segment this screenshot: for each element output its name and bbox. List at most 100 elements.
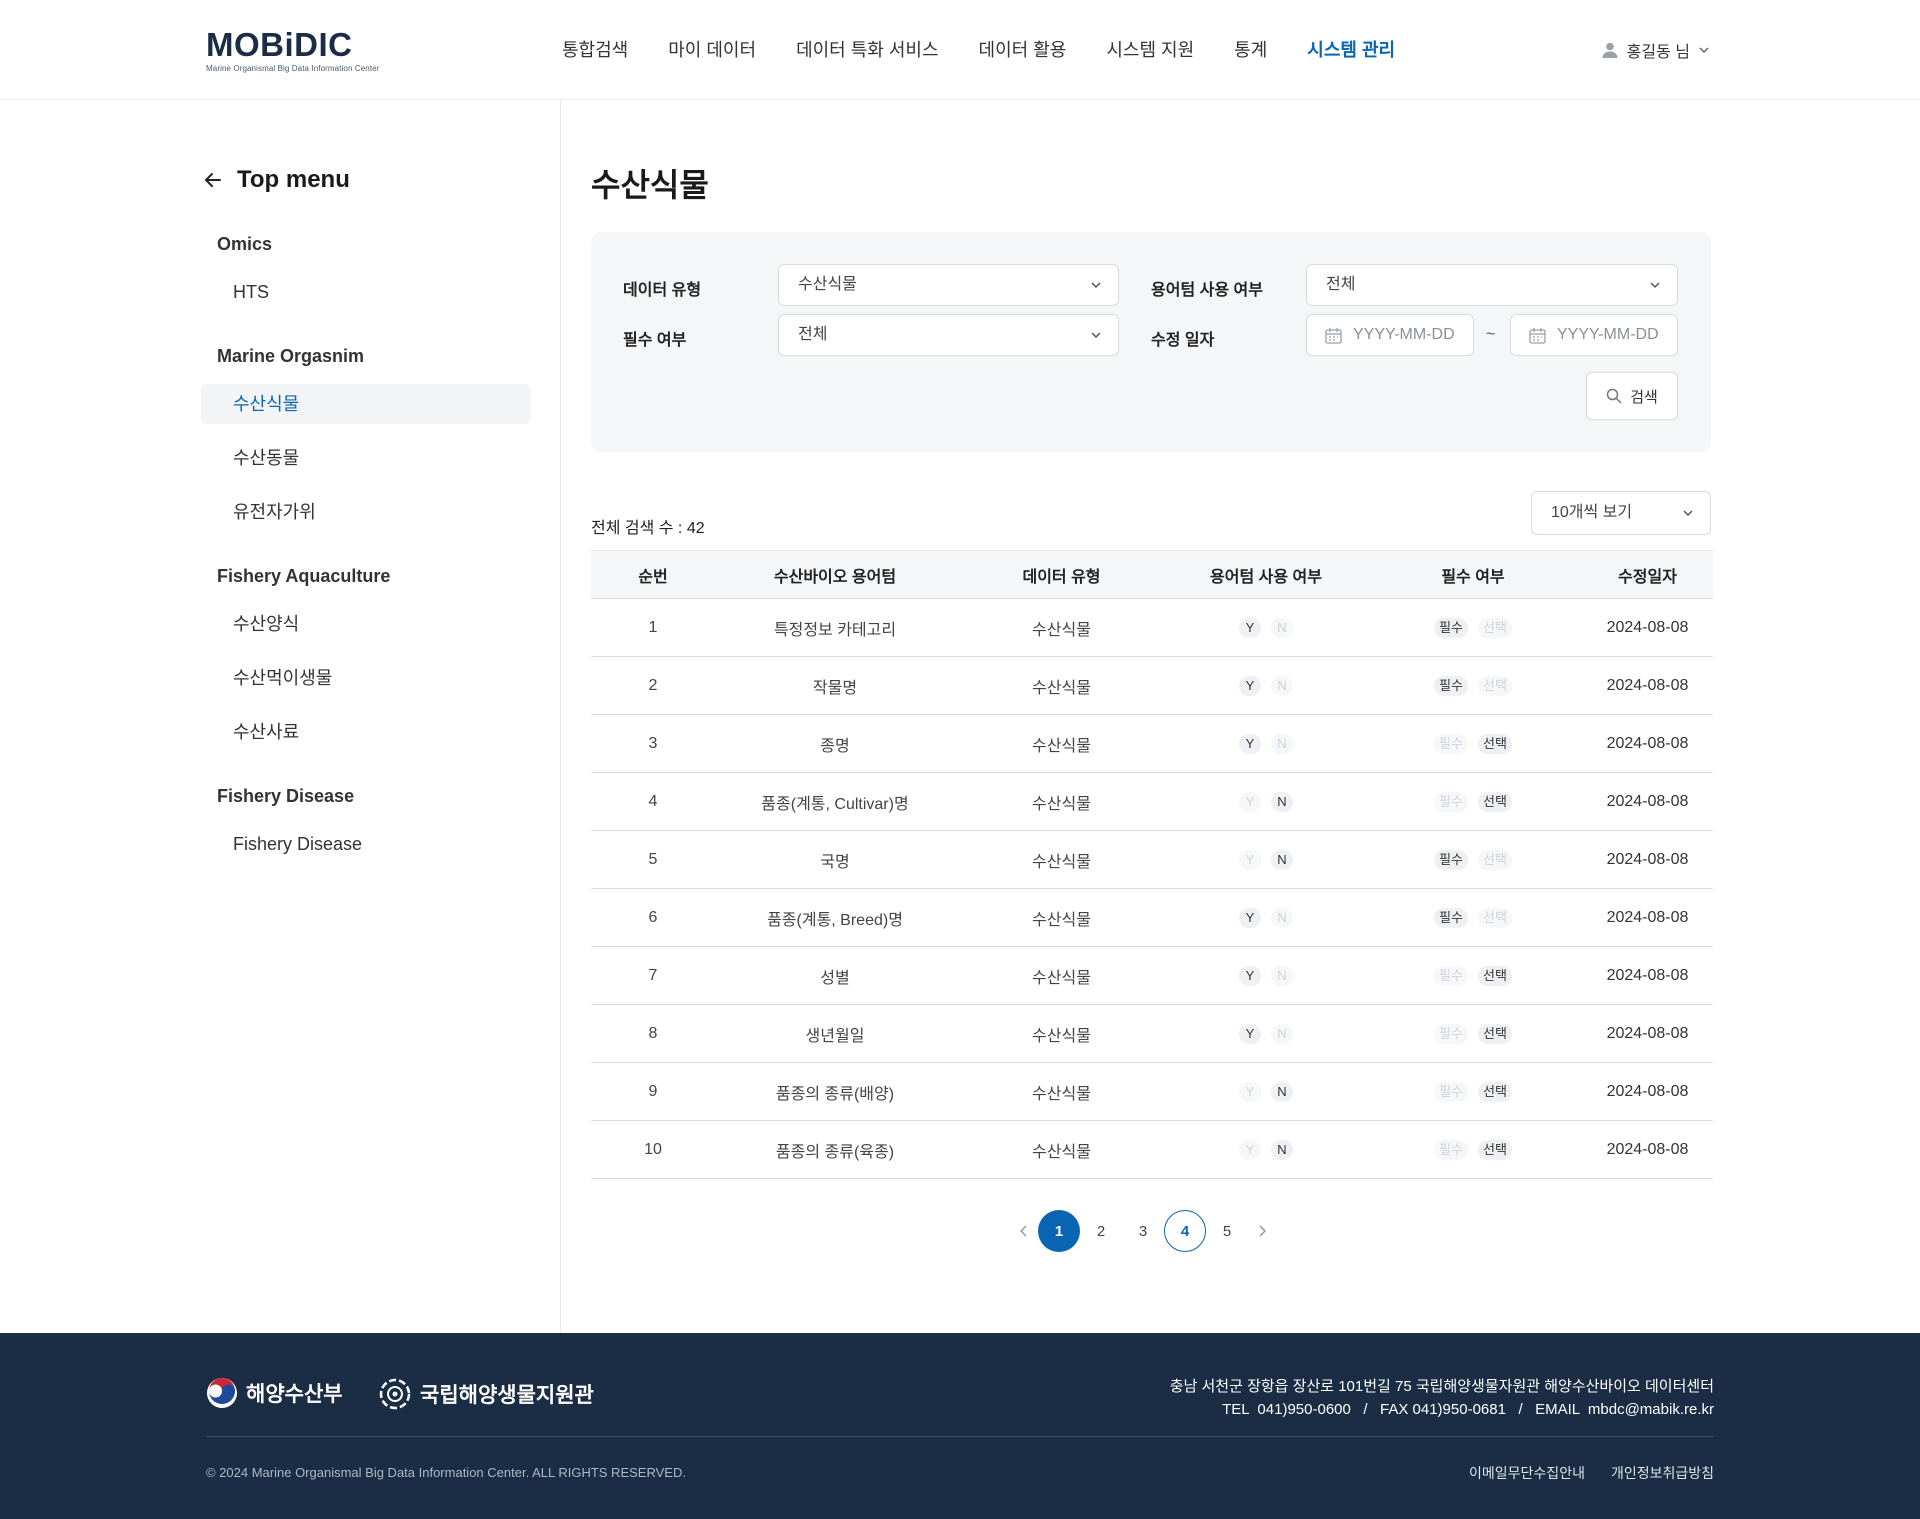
ministry-logo[interactable]: 해양수산부	[206, 1377, 343, 1409]
nav-item-5[interactable]: 통계	[1234, 38, 1267, 62]
page-button[interactable]: 4	[1164, 1210, 1206, 1252]
table-row[interactable]: 2 작물명 수산식물 Y N 필수 선택 2024-08-08	[591, 656, 1713, 715]
cell-no: 1	[591, 598, 715, 657]
nav-item-4[interactable]: 시스템 지원	[1106, 38, 1194, 62]
prev-page-button[interactable]	[1010, 1210, 1038, 1252]
table-row[interactable]: 1 특정정보 카테고리 수산식물 Y N 필수 선택 2024-08-08	[591, 598, 1713, 657]
back-to-top-menu[interactable]: Top menu	[203, 166, 350, 194]
table-row[interactable]: 10 품종의 종류(육종) 수산식물 Y N 필수 선택 2024-08-08	[591, 1120, 1713, 1179]
email-policy-link[interactable]: 이메일무단수집안내	[1469, 1463, 1585, 1483]
cell-term-use: YN	[1168, 772, 1364, 831]
logo-subtitle: Marine Organismal Big Data Information C…	[206, 64, 380, 73]
side-menu-item[interactable]: Fishery Disease	[201, 824, 531, 864]
cell-term: 작물명	[715, 656, 955, 715]
use-yes-chip: Y	[1239, 1139, 1261, 1160]
taegeuk-emblem-icon	[207, 1378, 237, 1408]
use-no-chip: N	[1271, 617, 1293, 638]
cell-term-use: YN	[1168, 830, 1364, 889]
side-menu-item[interactable]: 수산식물	[201, 384, 531, 424]
date-from-input[interactable]: YYYY-MM-DD	[1306, 314, 1474, 356]
nav-item-1[interactable]: 마이 데이터	[668, 38, 756, 62]
nav-item-2[interactable]: 데이터 특화 서비스	[796, 38, 938, 62]
nav-item-3[interactable]: 데이터 활용	[979, 38, 1067, 62]
term-table: 순번 수산바이오 용어텀 데이터 유형 용어텀 사용 여부 필수 여부 수정일자…	[591, 550, 1713, 1179]
side-menu-item[interactable]: 유전자가위	[201, 492, 531, 532]
cell-term-use: YN	[1168, 598, 1364, 657]
chevron-down-icon	[1683, 510, 1693, 517]
ministry-name: 해양수산부	[246, 1383, 343, 1406]
side-menu-item[interactable]: HTS	[201, 272, 531, 312]
required-chip: 필수	[1434, 907, 1468, 928]
table-row[interactable]: 9 품종의 종류(배양) 수산식물 Y N 필수 선택 2024-08-08	[591, 1062, 1713, 1121]
calendar-icon	[1325, 328, 1342, 344]
per-page-value: 10개씩 보기	[1551, 504, 1633, 521]
date-from-placeholder: YYYY-MM-DD	[1353, 326, 1455, 343]
table-row[interactable]: 3 종명 수산식물 Y N 필수 선택 2024-08-08	[591, 714, 1713, 773]
use-no-chip: N	[1271, 1081, 1293, 1102]
page-button[interactable]: 1	[1038, 1210, 1080, 1252]
table-row[interactable]: 6 품종(계통, Breed)명 수산식물 Y N 필수 선택 2024-08-08	[591, 888, 1713, 947]
search-button[interactable]: 검색	[1586, 372, 1678, 420]
chevron-down-icon	[1699, 47, 1709, 54]
chevron-down-icon	[1650, 282, 1660, 289]
per-page-select[interactable]: 10개씩 보기	[1531, 491, 1711, 535]
required-select[interactable]: 전체	[778, 314, 1119, 356]
side-group-label: Fishery Aquaculture	[217, 566, 391, 586]
cell-term: 성별	[715, 946, 955, 1005]
page-button[interactable]: 2	[1080, 1210, 1122, 1252]
use-no-chip: N	[1271, 791, 1293, 812]
date-to-input[interactable]: YYYY-MM-DD	[1510, 314, 1678, 356]
user-menu[interactable]: 홍길동 님	[1601, 38, 1710, 62]
term-use-select[interactable]: 전체	[1306, 264, 1678, 306]
required-chip: 필수	[1434, 733, 1468, 754]
site-header: MOBiDIC Marine Organismal Big Data Infor…	[0, 0, 1920, 100]
required-chip: 필수	[1434, 965, 1468, 986]
cell-term: 국명	[715, 830, 955, 889]
use-no-chip: N	[1271, 675, 1293, 696]
chevron-down-icon	[1091, 282, 1101, 289]
cell-required: 필수 선택	[1364, 830, 1582, 889]
use-yes-chip: Y	[1239, 791, 1261, 812]
use-yes-chip: Y	[1239, 849, 1261, 870]
page-button[interactable]: 3	[1122, 1210, 1164, 1252]
cell-date: 2024-08-08	[1582, 1062, 1713, 1121]
arrow-left-icon	[205, 173, 221, 187]
table-row[interactable]: 5 국명 수산식물 Y N 필수 선택 2024-08-08	[591, 830, 1713, 889]
cell-required: 필수 선택	[1364, 598, 1582, 657]
table-row[interactable]: 4 품종(계통, Cultivar)명 수산식물 Y N 필수 선택 2024-08-08	[591, 772, 1713, 831]
data-type-value: 수산식물	[798, 276, 857, 293]
search-icon	[1606, 388, 1622, 404]
site-logo[interactable]: MOBiDIC Marine Organismal Big Data Infor…	[206, 28, 380, 74]
col-header-required: 필수 여부	[1364, 550, 1582, 599]
user-name: 홍길동 님	[1626, 44, 1690, 61]
term-use-label: 용어텀 사용 여부	[1151, 282, 1263, 299]
required-label: 필수 여부	[623, 332, 687, 349]
nav-item-6[interactable]: 시스템 관리	[1307, 38, 1395, 62]
privacy-policy-link[interactable]: 개인정보취급방침	[1611, 1463, 1714, 1483]
side-menu-item[interactable]: 수산양식	[201, 604, 531, 644]
use-no-chip: N	[1271, 1023, 1293, 1044]
required-chip: 필수	[1434, 791, 1468, 812]
col-header-date: 수정일자	[1582, 550, 1713, 599]
data-type-select[interactable]: 수산식물	[778, 264, 1119, 306]
data-type-label: 데이터 유형	[623, 282, 702, 299]
cell-date: 2024-08-08	[1582, 888, 1713, 947]
side-menu-item[interactable]: 수산먹이생물	[201, 658, 531, 698]
cell-required: 필수 선택	[1364, 656, 1582, 715]
cell-date: 2024-08-08	[1582, 946, 1713, 1005]
side-menu-item[interactable]: 수산동물	[201, 438, 531, 478]
page-button[interactable]: 5	[1206, 1210, 1248, 1252]
cell-no: 4	[591, 772, 715, 831]
copyright: © 2024 Marine Organismal Big Data Inform…	[206, 1465, 686, 1480]
institute-logo[interactable]: 국립해양생물지원관	[378, 1377, 594, 1411]
side-menu-item[interactable]: 수산사료	[201, 712, 531, 752]
cell-no: 8	[591, 1004, 715, 1063]
cell-term-use: YN	[1168, 946, 1364, 1005]
next-page-button[interactable]	[1248, 1210, 1276, 1252]
nav-item-0[interactable]: 통합검색	[562, 38, 628, 62]
table-row[interactable]: 7 성별 수산식물 Y N 필수 선택 2024-08-08	[591, 946, 1713, 1005]
cell-type: 수산식물	[955, 656, 1168, 715]
table-row[interactable]: 8 생년월일 수산식물 Y N 필수 선택 2024-08-08	[591, 1004, 1713, 1063]
cell-date: 2024-08-08	[1582, 1120, 1713, 1179]
optional-chip: 선택	[1478, 791, 1512, 812]
